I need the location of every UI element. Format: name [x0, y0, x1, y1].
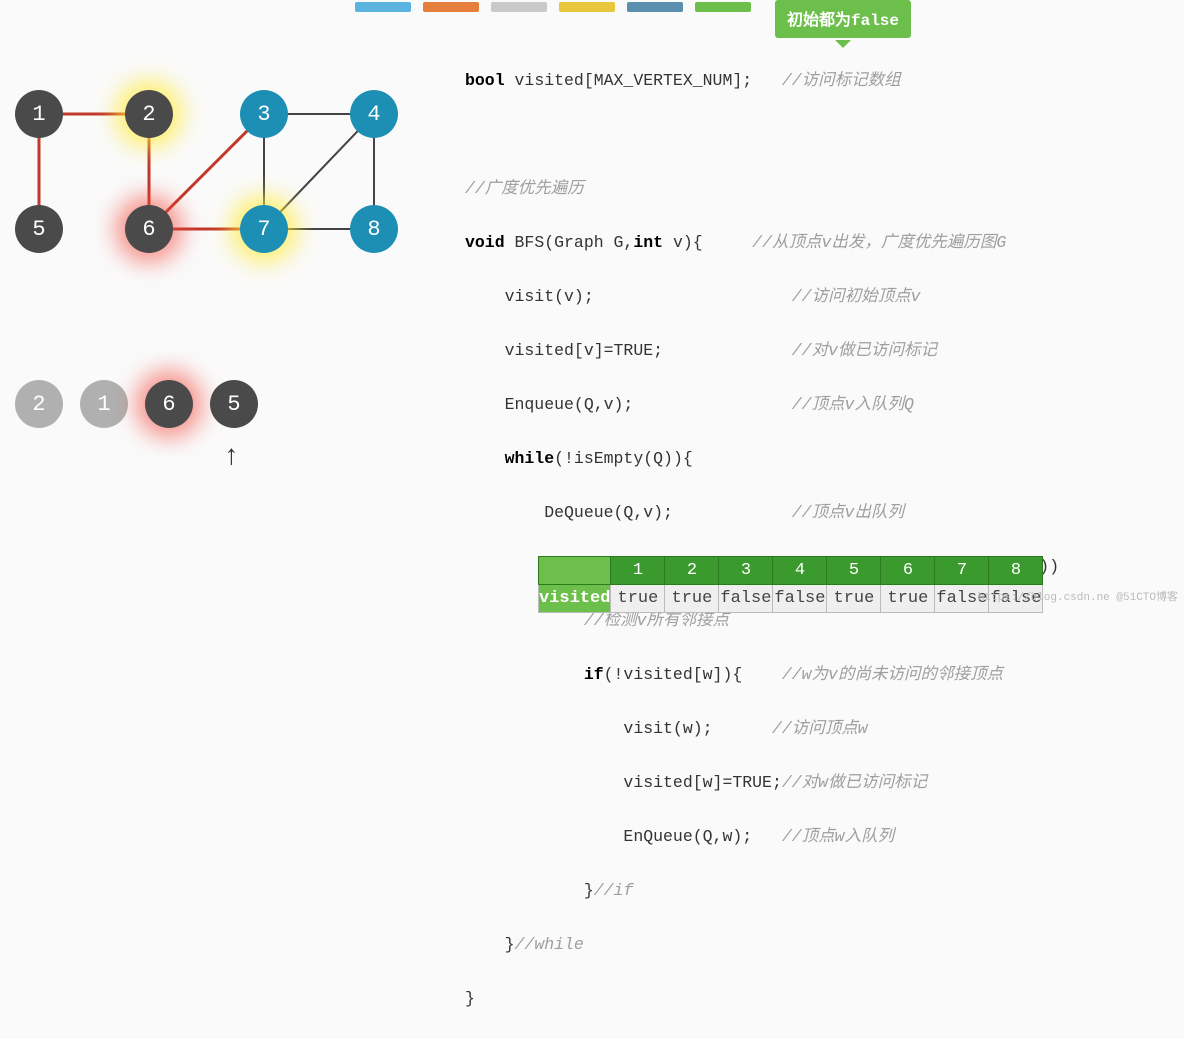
color-tabs — [355, 2, 751, 12]
color-tab — [695, 2, 751, 12]
visited-col-header: 1 — [611, 557, 665, 585]
graph-node-2: 2 — [125, 90, 173, 138]
color-tab — [627, 2, 683, 12]
graph-node-5: 5 — [15, 205, 63, 253]
graph-diagram: 1 2 3 4 5 6 7 8 — [0, 70, 440, 290]
graph-node-3: 3 — [240, 90, 288, 138]
visited-label: visited — [539, 585, 611, 613]
visited-col-header: 7 — [935, 557, 989, 585]
graph-node-4: 4 — [350, 90, 398, 138]
visited-cell: true — [611, 585, 665, 613]
color-tab — [491, 2, 547, 12]
queue-node: 2 — [15, 380, 63, 428]
visited-cell: true — [881, 585, 935, 613]
code-snippet: bool visited[MAX_VERTEX_NUM]; //访问标记数组 /… — [465, 40, 1059, 1039]
visited-cell: true — [827, 585, 881, 613]
visited-table: 12345678 visitedtruetruefalsefalsetruetr… — [538, 556, 1043, 613]
queue-node: 5 — [210, 380, 258, 428]
color-tab — [355, 2, 411, 12]
visited-col-header: 2 — [665, 557, 719, 585]
visited-col-header: 4 — [773, 557, 827, 585]
visited-col-header: 5 — [827, 557, 881, 585]
color-tab — [559, 2, 615, 12]
visited-cell: false — [773, 585, 827, 613]
visited-col-header: 8 — [989, 557, 1043, 585]
visited-col-header: 3 — [719, 557, 773, 585]
graph-node-7: 7 — [240, 205, 288, 253]
graph-node-1: 1 — [15, 90, 63, 138]
arrow-up-icon: ↑ — [223, 442, 240, 473]
queue-node: 6 — [145, 380, 193, 428]
graph-node-6: 6 — [125, 205, 173, 253]
visited-col-header: 6 — [881, 557, 935, 585]
visited-cell: false — [719, 585, 773, 613]
watermark: https://blog.csdn.ne @51CTO博客 — [978, 588, 1178, 604]
color-tab — [423, 2, 479, 12]
tooltip-balloon: 初始都为false — [775, 0, 911, 38]
visited-cell: true — [665, 585, 719, 613]
graph-node-8: 8 — [350, 205, 398, 253]
queue-node: 1 — [80, 380, 128, 428]
